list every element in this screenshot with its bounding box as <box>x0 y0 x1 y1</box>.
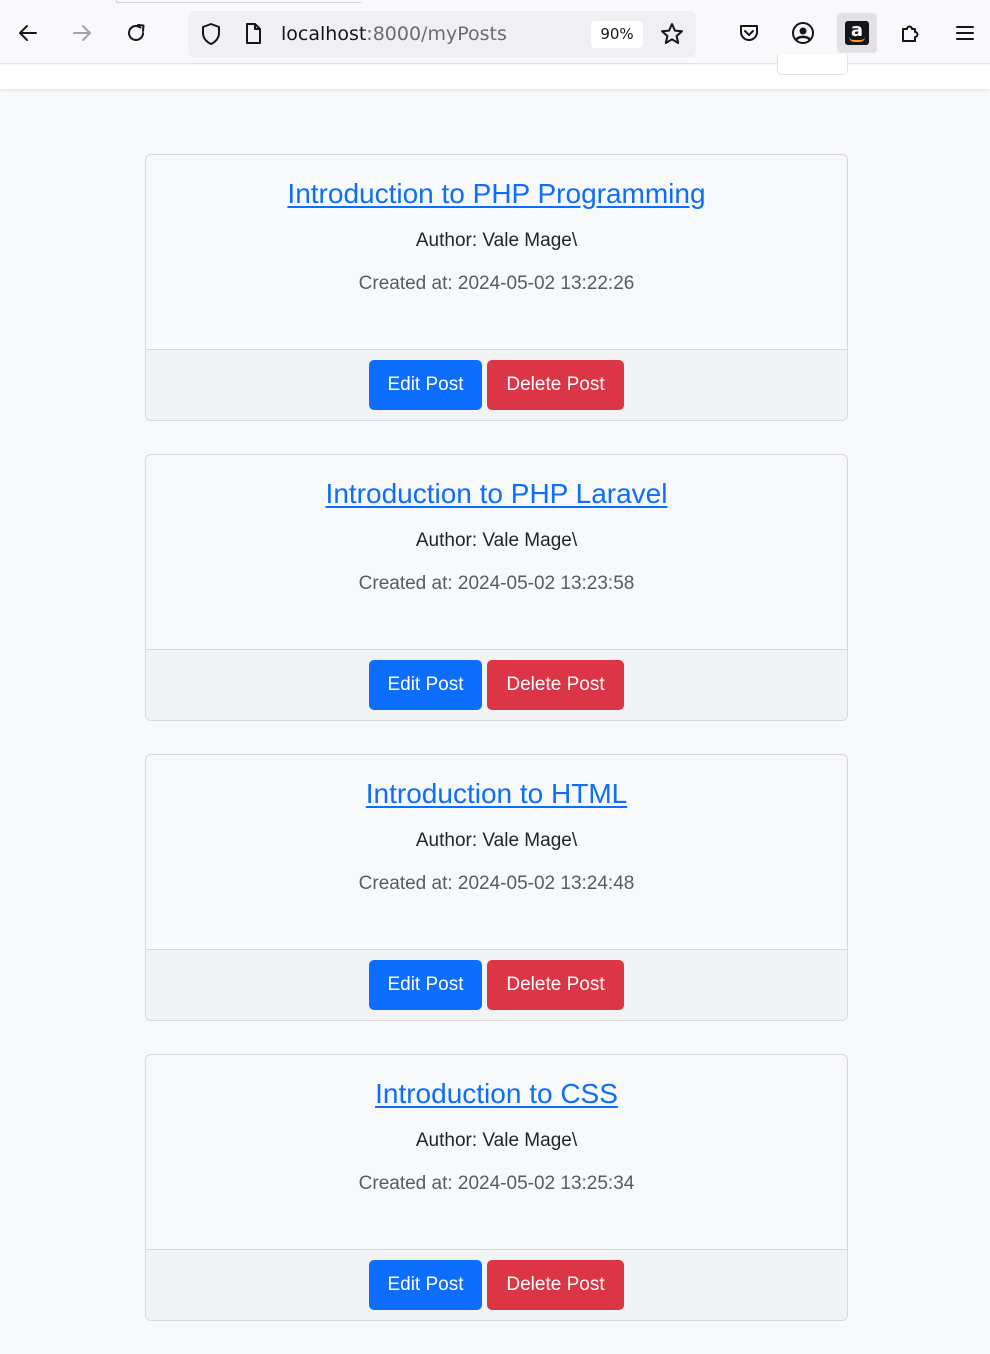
post-card-body: Introduction to HTML Author: Vale Mage\ … <box>146 755 847 949</box>
post-card-body: Introduction to PHP Laravel Author: Vale… <box>146 455 847 649</box>
navbar-button[interactable] <box>777 55 848 75</box>
page-icon[interactable] <box>243 22 263 50</box>
post-card: Introduction to HTML Author: Vale Mage\ … <box>145 754 848 1021</box>
url-bar[interactable]: localhost:8000/myPosts 90% <box>188 11 696 57</box>
post-created-at: Created at: 2024-05-02 13:25:34 <box>358 1173 635 1194</box>
edit-post-button[interactable]: Edit Post <box>369 1260 482 1310</box>
pocket-button[interactable] <box>729 13 769 53</box>
post-author: Author: Vale Mage\ <box>415 1130 578 1151</box>
post-author: Author: Vale Mage\ <box>415 830 578 851</box>
post-created-at: Created at: 2024-05-02 13:22:26 <box>358 273 635 294</box>
edit-post-button[interactable]: Edit Post <box>369 960 482 1010</box>
puzzle-icon <box>902 25 919 42</box>
forward-button[interactable] <box>62 13 102 53</box>
post-created-at: Created at: 2024-05-02 13:24:48 <box>358 873 635 894</box>
page-navbar <box>0 55 990 89</box>
post-author: Author: Vale Mage\ <box>415 230 578 251</box>
post-card-footer: Edit Post Delete Post <box>146 1249 847 1320</box>
post-title-link[interactable]: Introduction to PHP Programming <box>287 176 705 212</box>
post-created-at: Created at: 2024-05-02 13:23:58 <box>358 573 635 594</box>
post-card: Introduction to CSS Author: Vale Mage\ C… <box>145 1054 848 1321</box>
forward-icon <box>73 25 91 41</box>
edit-post-button[interactable]: Edit Post <box>369 660 482 710</box>
post-card-body: Introduction to PHP Programming Author: … <box>146 155 847 349</box>
post-title-link[interactable]: Introduction to PHP Laravel <box>326 476 668 512</box>
delete-post-button[interactable]: Delete Post <box>487 360 624 410</box>
url-path: :8000/myPosts <box>366 23 507 45</box>
bookmark-star-icon[interactable] <box>660 22 684 50</box>
account-icon <box>792 22 814 44</box>
post-card: Introduction to PHP Laravel Author: Vale… <box>145 454 848 721</box>
pocket-icon <box>740 25 758 41</box>
account-button[interactable] <box>783 13 823 53</box>
post-title-link[interactable]: Introduction to HTML <box>366 776 627 812</box>
post-title-link[interactable]: Introduction to CSS <box>375 1076 618 1112</box>
post-author: Author: Vale Mage\ <box>415 530 578 551</box>
delete-post-button[interactable]: Delete Post <box>487 1260 624 1310</box>
post-list: Introduction to PHP Programming Author: … <box>145 154 848 1354</box>
shield-icon[interactable] <box>200 22 222 50</box>
zoom-level[interactable]: 90% <box>591 21 643 48</box>
back-button[interactable] <box>8 13 48 53</box>
tab-strip-edge <box>116 0 361 3</box>
back-icon <box>19 25 37 41</box>
post-card-footer: Edit Post Delete Post <box>146 949 847 1020</box>
menu-button[interactable] <box>945 13 985 53</box>
post-card-footer: Edit Post Delete Post <box>146 349 847 420</box>
reload-button[interactable] <box>116 13 156 53</box>
amazon-icon: a <box>845 21 869 45</box>
post-card: Introduction to PHP Programming Author: … <box>145 154 848 421</box>
amazon-extension-button[interactable]: a <box>837 13 877 53</box>
delete-post-button[interactable]: Delete Post <box>487 660 624 710</box>
url-host: localhost <box>281 23 367 45</box>
post-card-body: Introduction to CSS Author: Vale Mage\ C… <box>146 1055 847 1249</box>
delete-post-button[interactable]: Delete Post <box>487 960 624 1010</box>
edit-post-button[interactable]: Edit Post <box>369 360 482 410</box>
reload-icon <box>128 24 145 41</box>
hamburger-icon <box>956 26 974 40</box>
post-card-footer: Edit Post Delete Post <box>146 649 847 720</box>
url-text[interactable]: localhost:8000/myPosts <box>281 22 507 46</box>
extensions-button[interactable] <box>891 13 931 53</box>
